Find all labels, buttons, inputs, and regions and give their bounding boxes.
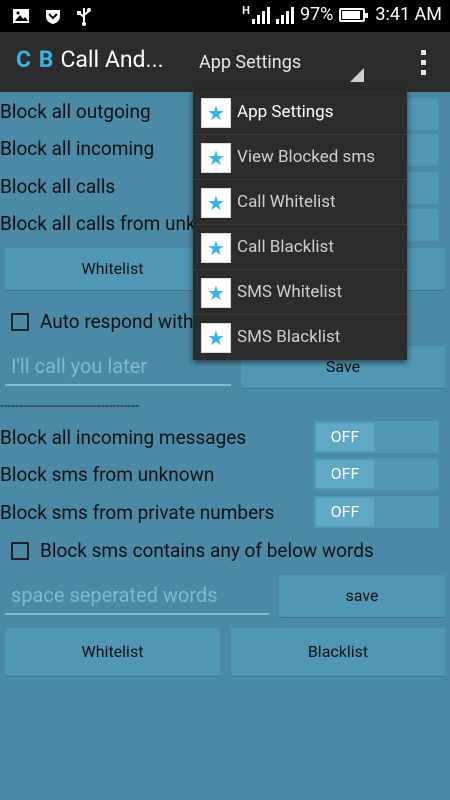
block-sms-private-toggle[interactable]: OFF <box>314 496 438 528</box>
menu-item-label: View Blocked sms <box>237 147 376 167</box>
call-whitelist-button[interactable]: Whitelist <box>5 248 220 290</box>
toggle-state: OFF <box>316 423 374 451</box>
menu-item-app-settings[interactable]: ★ App Settings <box>193 90 407 135</box>
signal-bars-1 <box>251 6 270 24</box>
image-icon <box>13 9 29 23</box>
block-sms-private-label: Block sms from private numbers <box>0 501 275 524</box>
section-divider: ------------------------------------ <box>0 398 140 414</box>
h-signal-icon: H <box>242 3 270 24</box>
block-outgoing-label: Block all outgoing <box>0 100 151 123</box>
block-words-label: Block sms contains any of below words <box>40 539 374 562</box>
usb-icon <box>77 8 91 26</box>
status-left-icons <box>12 6 92 26</box>
spinner-caret-icon[interactable] <box>350 68 364 82</box>
clock: 3:41 AM <box>375 4 442 25</box>
menu-item-call-whitelist[interactable]: ★ Call Whitelist <box>193 180 407 225</box>
star-icon: ★ <box>201 98 231 128</box>
menu-item-label: App Settings <box>237 102 334 122</box>
signal-icon <box>275 6 294 24</box>
auto-respond-label: Auto respond with <box>40 310 194 333</box>
menu-item-sms-blacklist[interactable]: ★ SMS Blacklist <box>193 315 407 360</box>
block-words-checkbox[interactable] <box>11 542 29 560</box>
action-bar: C B Call And... App Settings <box>0 32 450 92</box>
battery-icon <box>339 7 369 22</box>
toggle-state: OFF <box>316 498 374 526</box>
navigation-spinner[interactable]: App Settings <box>199 52 301 73</box>
app-title-text: Call And... <box>60 46 164 73</box>
toggle-state: OFF <box>316 460 374 488</box>
overflow-menu-icon[interactable] <box>421 50 426 75</box>
navigation-dropdown: ★ App Settings ★ View Blocked sms ★ Call… <box>193 90 407 360</box>
menu-item-view-blocked-sms[interactable]: ★ View Blocked sms <box>193 135 407 180</box>
block-sms-unknown-toggle[interactable]: OFF <box>314 458 438 490</box>
auto-respond-checkbox[interactable] <box>11 313 29 331</box>
status-bar: H 97% 3:41 AM <box>0 0 450 32</box>
status-right: H 97% 3:41 AM <box>242 4 442 25</box>
star-icon: ★ <box>201 278 231 308</box>
battery-percent: 97% <box>299 4 334 25</box>
star-icon: ★ <box>201 188 231 218</box>
block-incoming-label: Block all incoming <box>0 137 155 160</box>
star-icon: ★ <box>201 233 231 263</box>
menu-item-sms-whitelist[interactable]: ★ SMS Whitelist <box>193 270 407 315</box>
shield-icon <box>46 10 60 24</box>
menu-item-label: Call Whitelist <box>237 192 336 212</box>
star-icon: ★ <box>201 143 231 173</box>
block-sms-unknown-label: Block sms from unknown <box>0 463 215 486</box>
block-incoming-messages-label: Block all incoming messages <box>0 426 247 449</box>
block-words-save-button[interactable]: save <box>279 575 445 617</box>
menu-item-label: SMS Whitelist <box>237 282 343 302</box>
block-all-calls-label: Block all calls <box>0 175 116 198</box>
block-words-input[interactable]: space seperated words <box>5 575 269 615</box>
app-title[interactable]: C B Call And... <box>16 46 164 73</box>
menu-item-label: SMS Blacklist <box>237 327 341 347</box>
sms-whitelist-button[interactable]: Whitelist <box>5 628 220 676</box>
app-logo: C B <box>16 46 55 73</box>
block-incoming-messages-toggle[interactable]: OFF <box>314 421 438 453</box>
menu-item-call-blacklist[interactable]: ★ Call Blacklist <box>193 225 407 270</box>
star-icon: ★ <box>201 323 231 353</box>
network-type-label: H <box>242 3 250 17</box>
menu-item-label: Call Blacklist <box>237 237 334 257</box>
sms-blacklist-button[interactable]: Blacklist <box>231 628 445 676</box>
